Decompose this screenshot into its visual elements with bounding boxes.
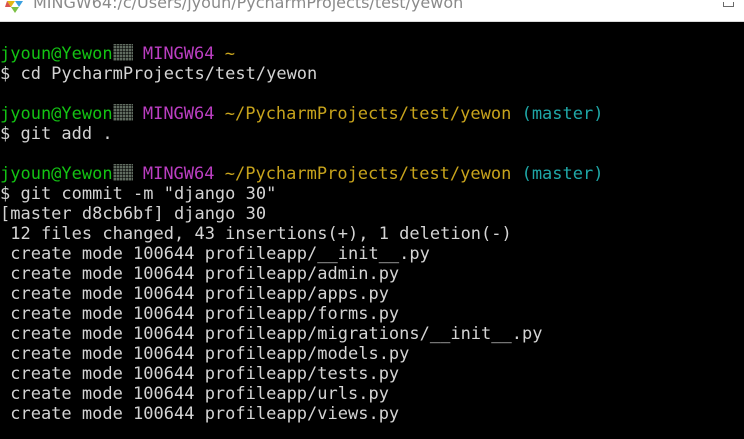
command-line: $ git add . (0, 124, 113, 144)
prompt-line: jyoun@Yewon MINGW64 ~/PycharmProjects/te… (0, 164, 744, 184)
prompt-system: MINGW64 (142, 104, 215, 124)
prompt-system: MINGW64 (142, 44, 215, 64)
glyph-placeholder-block (112, 164, 133, 181)
title-bar[interactable]: MINGW64:/c/Users/jyoun/PycharmProjects/t… (0, 0, 744, 22)
glyph-placeholder-block (112, 104, 133, 121)
output-line: create mode 100644 profileapp/models.py (0, 344, 410, 364)
output-line: [master d8cb6bf] django 30 (0, 204, 267, 224)
prompt-user-host: jyoun@Yewon (0, 164, 113, 184)
terminal-output[interactable]: jyoun@Yewon MINGW64 ~ $ cd PycharmProjec… (0, 44, 744, 424)
prompt-path: ~/PycharmProjects/test/yewon (224, 104, 512, 124)
output-line: 12 files changed, 43 insertions(+), 1 de… (0, 224, 512, 244)
output-line: create mode 100644 profileapp/__init__.p… (0, 244, 430, 264)
window-title: MINGW64:/c/Users/jyoun/PycharmProjects/t… (33, 0, 464, 12)
glyph-placeholder-block (112, 44, 133, 61)
output-line: create mode 100644 profileapp/tests.py (0, 364, 400, 384)
mingw-diamond-icon (5, 0, 25, 13)
prompt-line: jyoun@Yewon MINGW64 ~/PycharmProjects/te… (0, 104, 744, 124)
prompt-path: ~/PycharmProjects/test/yewon (224, 164, 512, 184)
output-line: create mode 100644 profileapp/admin.py (0, 264, 400, 284)
prompt-user-host: jyoun@Yewon (0, 104, 113, 124)
prompt-user-host: jyoun@Yewon (0, 44, 113, 64)
prompt-branch: (master) (521, 104, 604, 124)
output-line: create mode 100644 profileapp/apps.py (0, 284, 389, 304)
output-line: create mode 100644 profileapp/urls.py (0, 384, 389, 404)
prompt-system: MINGW64 (142, 164, 215, 184)
terminal-window: MINGW64:/c/Users/jyoun/PycharmProjects/t… (0, 0, 744, 439)
prompt-branch: (master) (521, 164, 604, 184)
command-line: $ git commit -m "django 30" (0, 184, 277, 204)
command-line: $ cd PycharmProjects/test/yewon (0, 64, 318, 84)
output-line: create mode 100644 profileapp/migrations… (0, 324, 543, 344)
maximize-button[interactable] (723, 2, 734, 7)
prompt-line: jyoun@Yewon MINGW64 ~ (0, 44, 744, 64)
output-line: create mode 100644 profileapp/views.py (0, 404, 400, 424)
output-line: create mode 100644 profileapp/forms.py (0, 304, 400, 324)
prompt-path: ~ (224, 44, 235, 64)
